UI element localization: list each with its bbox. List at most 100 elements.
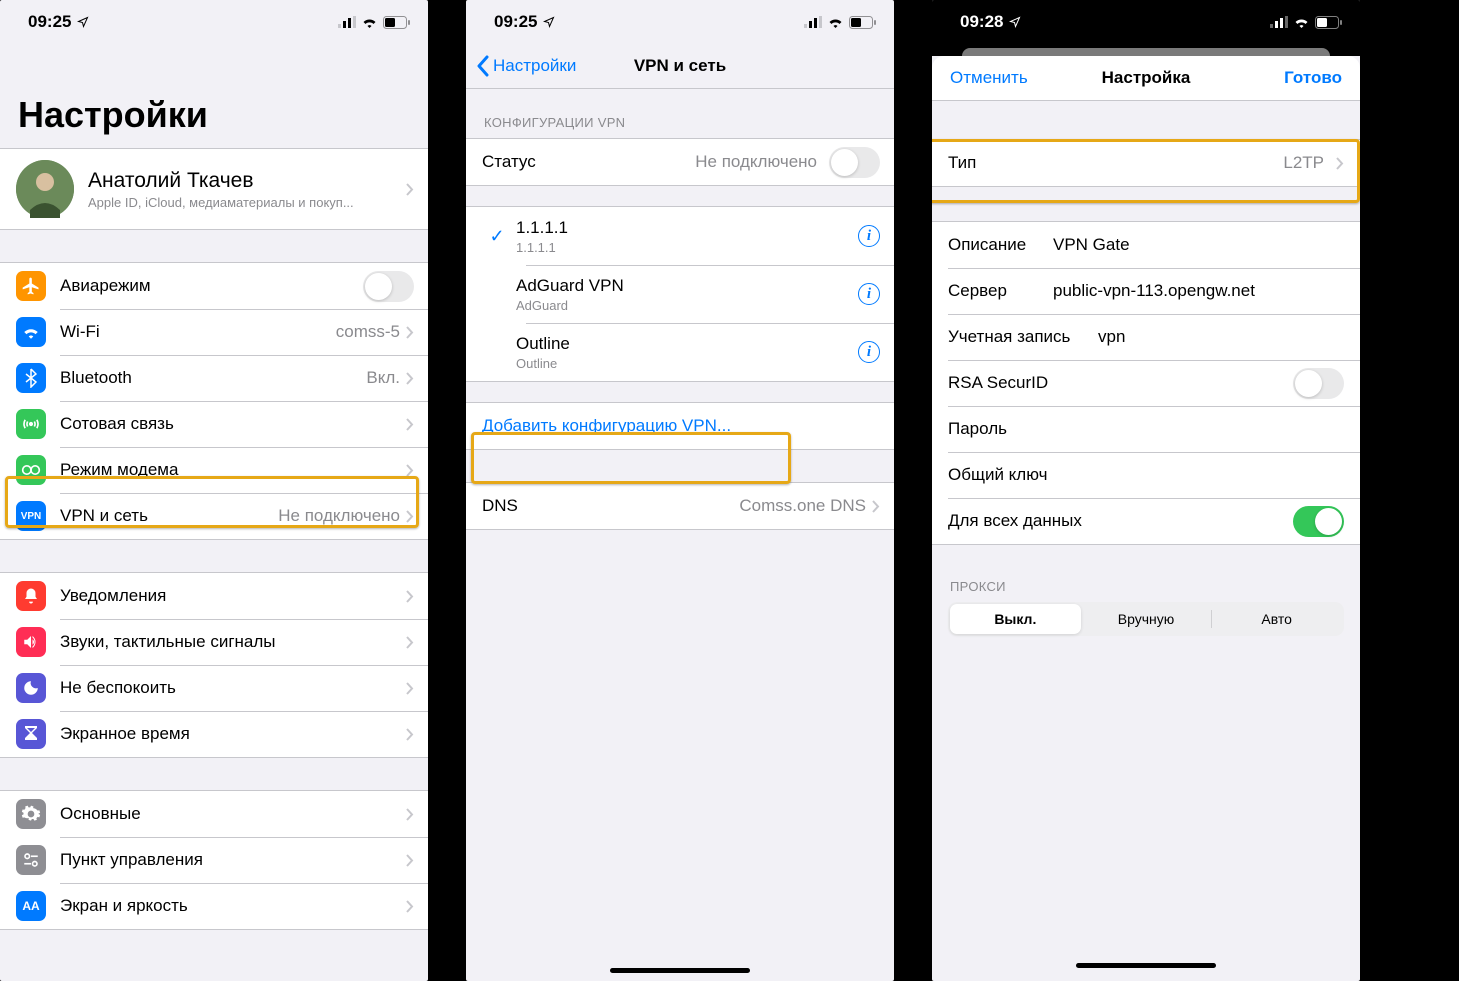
seg-auto[interactable]: Авто [1211, 604, 1342, 634]
general-row[interactable]: Основные [0, 791, 428, 837]
antenna-icon [16, 409, 46, 439]
chevron-icon [1336, 157, 1344, 170]
chevron-icon [406, 682, 414, 695]
status-time: 09:25 [494, 12, 537, 32]
profile-row[interactable]: Анатолий Ткачев Apple ID, iCloud, медиам… [0, 149, 428, 229]
notifications-row[interactable]: Уведомления [0, 573, 428, 619]
airplane-row[interactable]: Авиарежим [0, 263, 428, 309]
wifi-icon [1293, 16, 1310, 28]
row-label: Сотовая связь [60, 414, 406, 434]
rsa-row: RSA SecurID [932, 360, 1360, 406]
chevron-icon [872, 500, 880, 513]
chevron-icon [406, 590, 414, 603]
vpn-config-row[interactable]: ✓ 1.1.1.1 1.1.1.1 i [466, 207, 894, 265]
seg-manual[interactable]: Вручную [1081, 604, 1212, 634]
row-label: Основные [60, 804, 406, 824]
rsa-toggle[interactable] [1293, 368, 1344, 399]
airplane-toggle[interactable] [363, 271, 414, 302]
back-button[interactable]: Настройки [476, 55, 576, 77]
account-row[interactable]: Учетная запись vpn [932, 314, 1360, 360]
chevron-left-icon [476, 55, 489, 77]
battery-icon [1315, 16, 1342, 29]
password-row[interactable]: Пароль [932, 406, 1360, 452]
vpn-config-row[interactable]: Outline Outline i [466, 323, 894, 381]
display-row[interactable]: AA Экран и яркость [0, 883, 428, 929]
screen-settings: 09:25 Настройки Анатолий Ткачев Apple ID… [0, 0, 428, 981]
battery-icon [849, 16, 876, 29]
row-value[interactable]: VPN Gate [1053, 235, 1130, 255]
chevron-icon [406, 183, 414, 196]
row-detail: Не подключено [695, 152, 817, 172]
cancel-button[interactable]: Отменить [942, 68, 1028, 88]
vpn-status-row: Статус Не подключено [466, 139, 894, 185]
screentime-row[interactable]: Экранное время [0, 711, 428, 757]
dnd-row[interactable]: Не беспокоить [0, 665, 428, 711]
type-row[interactable]: Тип L2TP [932, 140, 1360, 186]
description-row[interactable]: Описание VPN Gate [932, 222, 1360, 268]
vpn-network-row[interactable]: VPN VPN и сеть Не подключено [0, 493, 428, 539]
section-header: КОНФИГУРАЦИИ VPN [466, 89, 894, 138]
row-label: Пароль [948, 419, 1118, 439]
info-icon[interactable]: i [858, 225, 880, 247]
location-icon [77, 16, 89, 28]
row-detail: Comss.one DNS [739, 496, 866, 516]
info-icon[interactable]: i [858, 283, 880, 305]
vpn-status-toggle[interactable] [829, 147, 880, 178]
seg-off[interactable]: Выкл. [950, 604, 1081, 634]
screen-vpn-config: 09:28 Отменить Настройка Готово Тип L2TP [932, 0, 1360, 981]
row-label: Экранное время [60, 724, 406, 744]
vpn-config-row[interactable]: AdGuard VPN AdGuard i [466, 265, 894, 323]
server-row[interactable]: Сервер public-vpn-113.opengw.net [932, 268, 1360, 314]
add-label: Добавить конфигурацию VPN... [482, 416, 731, 436]
row-label: Тип [948, 153, 1283, 173]
bell-icon [16, 581, 46, 611]
chevron-icon [406, 728, 414, 741]
row-label: RSA SecurID [948, 373, 1293, 393]
profile-subtitle: Apple ID, iCloud, медиаматериалы и покуп… [88, 195, 406, 210]
row-label: Не беспокоить [60, 678, 406, 698]
battery-icon [383, 16, 410, 29]
checkmark-icon: ✓ [482, 226, 512, 247]
chevron-icon [406, 326, 414, 339]
row-label: Звуки, тактильные сигналы [60, 632, 406, 652]
cellular-icon [1270, 16, 1288, 28]
row-label: Учетная запись [948, 327, 1118, 347]
row-value[interactable]: vpn [1098, 327, 1125, 347]
bluetooth-icon [16, 363, 46, 393]
vpn-title: AdGuard VPN [516, 276, 858, 296]
wifi-icon [827, 16, 844, 28]
hotspot-row[interactable]: Режим модема [0, 447, 428, 493]
add-vpn-config-row[interactable]: Добавить конфигурацию VPN... [466, 403, 894, 449]
chevron-icon [406, 900, 414, 913]
sounds-row[interactable]: Звуки, тактильные сигналы [0, 619, 428, 665]
vpn-title: Outline [516, 334, 858, 354]
status-bar: 09:28 [932, 0, 1360, 44]
proxy-segmented[interactable]: Выкл. Вручную Авто [948, 602, 1344, 636]
wifi-appicon [16, 317, 46, 347]
wifi-row[interactable]: Wi-Fi comss-5 [0, 309, 428, 355]
control-center-row[interactable]: Пункт управления [0, 837, 428, 883]
hourglass-icon [16, 719, 46, 749]
row-label: Авиарежим [60, 276, 363, 296]
all-data-toggle[interactable] [1293, 506, 1344, 537]
chevron-icon [406, 418, 414, 431]
chevron-icon [406, 808, 414, 821]
vpn-subtitle: AdGuard [516, 298, 858, 313]
row-label: Пункт управления [60, 850, 406, 870]
back-label: Настройки [493, 56, 576, 76]
chevron-icon [406, 372, 414, 385]
chevron-icon [406, 636, 414, 649]
cellular-icon [338, 16, 356, 28]
secret-row[interactable]: Общий ключ [932, 452, 1360, 498]
row-label: DNS [482, 496, 739, 516]
bluetooth-row[interactable]: Bluetooth Вкл. [0, 355, 428, 401]
dns-row[interactable]: DNS Comss.one DNS [466, 483, 894, 529]
cellular-row[interactable]: Сотовая связь [0, 401, 428, 447]
row-value[interactable]: public-vpn-113.opengw.net [1053, 281, 1255, 301]
row-label: Wi-Fi [60, 322, 336, 342]
done-button[interactable]: Готово [1284, 68, 1350, 88]
display-icon: AA [16, 891, 46, 921]
location-icon [543, 16, 555, 28]
info-icon[interactable]: i [858, 341, 880, 363]
navbar: Настройки VPN и сеть [466, 44, 894, 89]
